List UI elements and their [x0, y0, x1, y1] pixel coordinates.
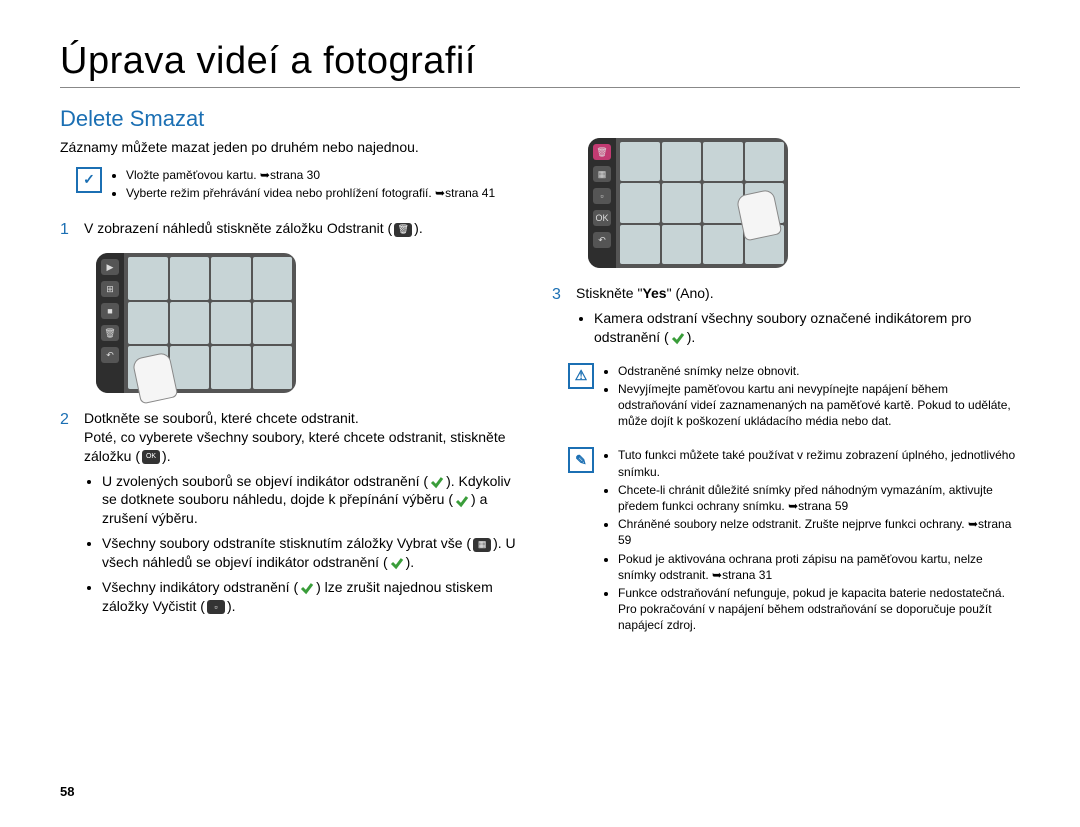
warn-item: Odstraněné snímky nelze obnovit. [618, 363, 1020, 379]
info-item: Chcete-li chránit důležité snímky před n… [618, 482, 1020, 514]
thumb [620, 183, 660, 222]
thumb [662, 183, 702, 222]
thumb [211, 257, 251, 300]
note-item: Vyberte režim přehrávání videa nebo proh… [126, 185, 495, 201]
thumb [170, 302, 210, 345]
sb-clear-icon: ▫ [593, 188, 611, 204]
step-number: 1 [60, 219, 74, 241]
page-number: 58 [60, 784, 74, 799]
thumb [211, 302, 251, 345]
thumb [253, 257, 293, 300]
thumb [253, 302, 293, 345]
step1-text-a: V zobrazení náhledů stiskněte záložku Od… [84, 220, 392, 236]
step2-bullet: Všechny soubory odstraníte stisknutím zá… [102, 534, 528, 572]
sb-item-icon: ■ [101, 303, 119, 319]
sb-selectall-icon: ▦ [593, 166, 611, 182]
step1-text-b: ). [414, 220, 423, 236]
thumbnail-select-illustration: 🗑 ▦ ▫ OK ↶ [588, 138, 788, 268]
thumb [703, 225, 743, 264]
thumb [745, 142, 785, 181]
page-title: Úprava videí a fotografií [60, 40, 1020, 88]
thumb [620, 225, 660, 264]
step2-bullet: Všechny indikátory odstranění () lze zru… [102, 578, 528, 616]
step-number: 2 [60, 409, 74, 622]
step2-line2b: ). [162, 448, 171, 464]
step2-line1: Dotkněte se souborů, které chcete odstra… [84, 409, 528, 428]
thumb [703, 142, 743, 181]
thumb [128, 302, 168, 345]
step3-bullet: Kamera odstraní všechny soubory označené… [594, 309, 1020, 347]
info-item: Funkce odstraňování nefunguje, pokud je … [618, 585, 1020, 634]
step3-pre: Stiskněte " [576, 285, 642, 301]
thumb [253, 346, 293, 389]
sb-trash-icon: 🗑 [101, 325, 119, 341]
clear-icon [207, 600, 225, 614]
warning-icon: ⚠ [568, 363, 594, 389]
sb-grid-icon: ⊞ [101, 281, 119, 297]
step3-yes: Yes [642, 285, 666, 301]
info-note: ✎ Tuto funkci můžete také používat v rež… [568, 447, 1020, 635]
thumb [211, 346, 251, 389]
step2-bullet: U zvolených souborů se objeví indikátor … [102, 472, 528, 529]
step-3: 3 Stiskněte "Yes" (Ano). Kamera odstraní… [552, 284, 1020, 353]
precheck-note: ✓ Vložte paměťovou kartu. ➥strana 30 Vyb… [76, 167, 528, 203]
thumb [662, 225, 702, 264]
sb-play-icon: ▶ [101, 259, 119, 275]
check-icon: ✓ [76, 167, 102, 193]
warn-item: Nevyjímejte paměťovou kartu ani nevypíne… [618, 381, 1020, 430]
info-icon: ✎ [568, 447, 594, 473]
intro-text: Záznamy můžete mazat jeden po druhém neb… [60, 138, 528, 157]
check-green-icon [430, 475, 444, 489]
ok-icon [142, 450, 160, 464]
section-title: Delete Smazat [60, 106, 1020, 132]
check-green-icon [300, 581, 314, 595]
check-green-icon [390, 556, 404, 570]
sb-back-icon: ↶ [593, 232, 611, 248]
thumb [128, 257, 168, 300]
sb-trash-icon: 🗑 [593, 144, 611, 160]
thumbnail-screen-illustration: ▶ ⊞ ■ 🗑 ↶ [96, 253, 296, 393]
sb-ok-icon: OK [593, 210, 611, 226]
select-all-icon [473, 538, 491, 552]
check-green-icon [671, 331, 685, 345]
note-item: Vložte paměťovou kartu. ➥strana 30 [126, 167, 495, 183]
sb-back-icon: ↶ [101, 347, 119, 363]
trash-icon [394, 223, 412, 237]
step-1: 1 V zobrazení náhledů stiskněte záložku … [60, 219, 528, 241]
thumb [662, 142, 702, 181]
step-2: 2 Dotkněte se souborů, které chcete odst… [60, 409, 528, 622]
step3-post: " (Ano). [667, 285, 714, 301]
warning-note: ⚠ Odstraněné snímky nelze obnovit. Nevyj… [568, 363, 1020, 432]
check-green-icon [455, 494, 469, 508]
info-item: Pokud je aktivována ochrana proti zápisu… [618, 551, 1020, 583]
info-item: Chráněné soubory nelze odstranit. Zrušte… [618, 516, 1020, 548]
step-number: 3 [552, 284, 566, 353]
info-item: Tuto funkci můžete také používat v režim… [618, 447, 1020, 479]
thumb [620, 142, 660, 181]
thumb [170, 257, 210, 300]
